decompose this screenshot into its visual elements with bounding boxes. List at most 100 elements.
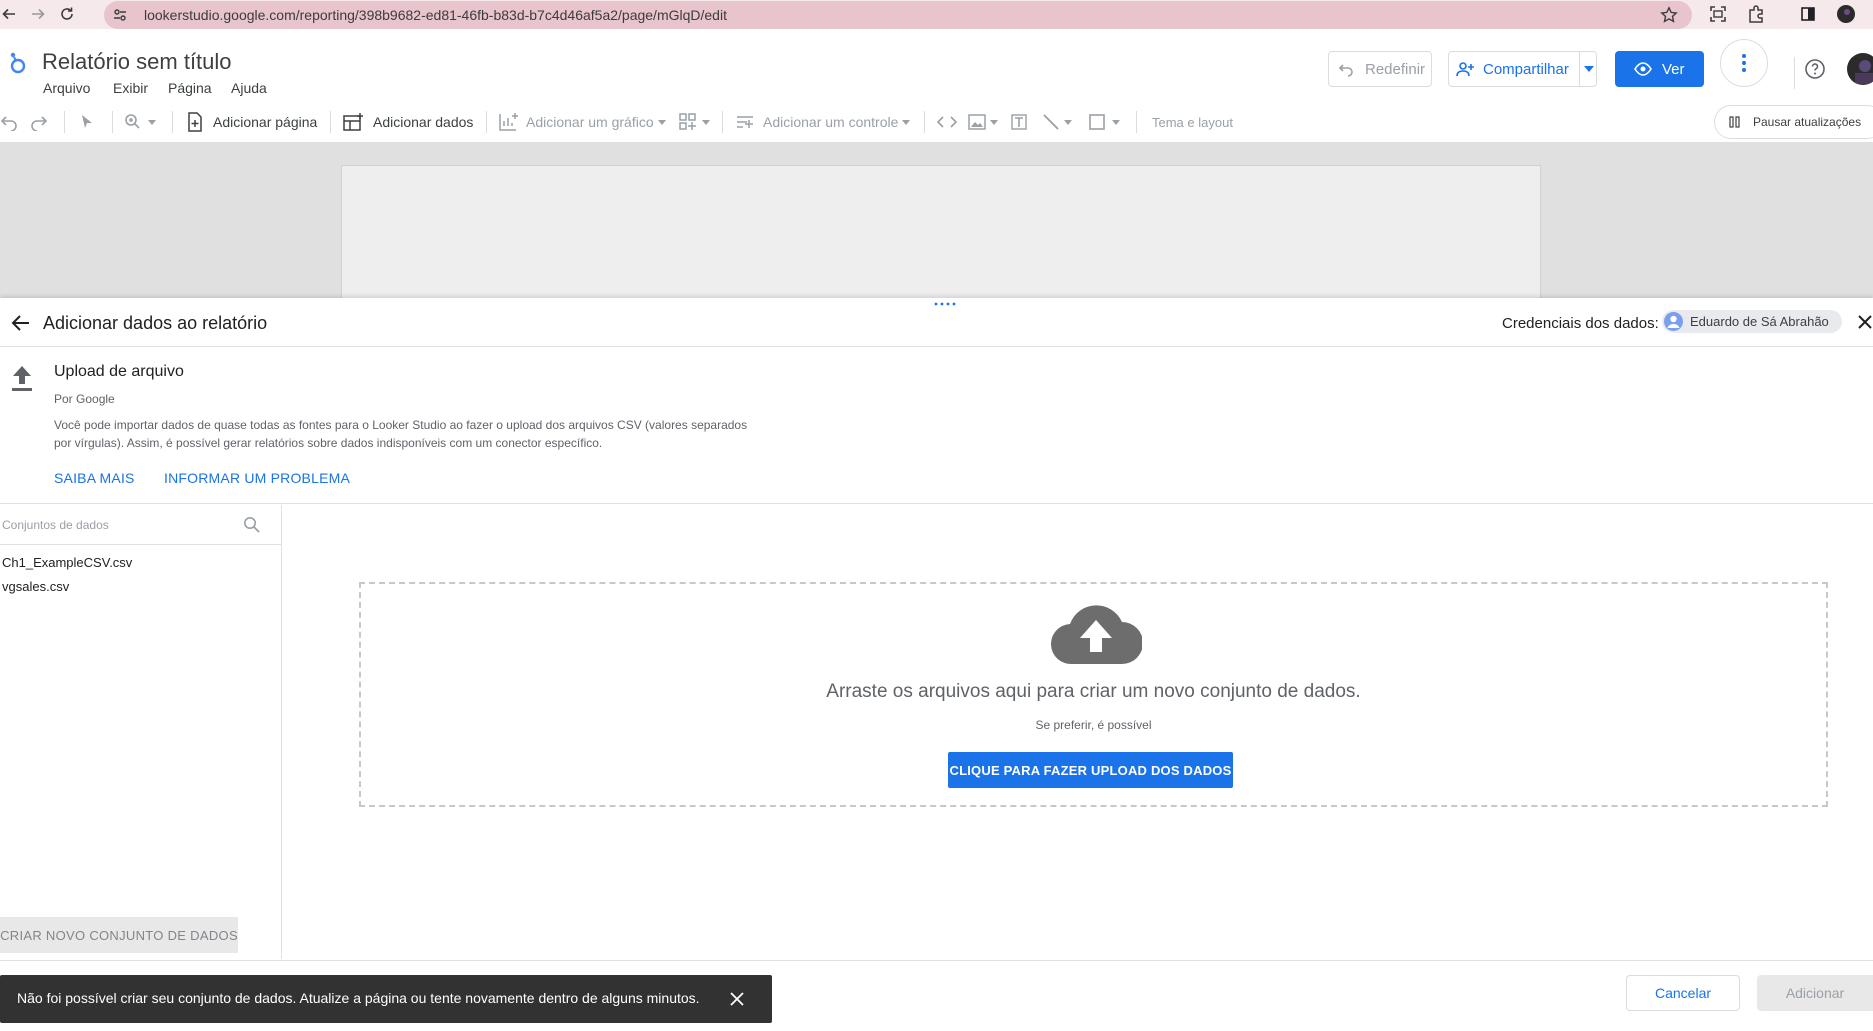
report-title[interactable]: Relatório sem título: [42, 49, 232, 75]
panel-title: Adicionar dados ao relatório: [43, 313, 268, 333]
panel-header: Adicionar dados ao relatório Credenciais…: [0, 298, 1873, 347]
url-text[interactable]: lookerstudio.google.com/reporting/398b96…: [144, 7, 727, 23]
share-label: Compartilhar: [1483, 60, 1569, 78]
close-icon[interactable]: [1858, 315, 1872, 329]
code-icon[interactable]: [936, 101, 958, 143]
dataset-item[interactable]: vgsales.csv: [2, 579, 69, 594]
add-data-button[interactable]: Adicionar dados: [343, 101, 473, 143]
component-icon: [679, 113, 696, 130]
more-vert-icon: [1742, 54, 1746, 72]
credentials-user: Eduardo de Sá Abrahão: [1690, 314, 1829, 329]
connector-description-line: Você pode importar dados de quase todas …: [54, 418, 748, 432]
share-button[interactable]: Compartilhar: [1448, 51, 1597, 87]
datasets-search-placeholder: Conjuntos de dados: [2, 518, 109, 532]
connector-description-line: por vírgulas). Assim, é possível gerar r…: [54, 436, 603, 450]
add-page-label: Adicionar página: [213, 114, 318, 130]
create-dataset-button[interactable]: CRIAR NOVO CONJUNTO DE DADOS: [0, 917, 238, 953]
close-icon[interactable]: [730, 992, 744, 1006]
back-icon[interactable]: [0, 3, 20, 25]
connector-author: Por Google: [54, 392, 115, 406]
pause-updates-label: Pausar atualizações: [1753, 115, 1862, 129]
app-header: Relatório sem título Arquivo Exibir Pági…: [0, 29, 1873, 101]
share-divider: [1579, 52, 1580, 86]
add-component-button[interactable]: [678, 101, 710, 143]
credentials-label: Credenciais dos dados:: [1502, 315, 1659, 332]
line-icon[interactable]: [1042, 101, 1072, 143]
profile-icon[interactable]: [1835, 3, 1857, 25]
more-options-button[interactable]: [1720, 39, 1768, 87]
report-canvas-area: [0, 143, 1873, 298]
menu-ajuda[interactable]: Ajuda: [231, 80, 267, 96]
help-icon[interactable]: [1804, 58, 1826, 80]
view-button[interactable]: Ver: [1615, 51, 1704, 87]
reset-button[interactable]: Redefinir: [1328, 51, 1432, 87]
add-data-icon: [343, 113, 363, 131]
toolbar-divider: [1136, 111, 1137, 133]
add-button[interactable]: Adicionar: [1757, 975, 1873, 1011]
toolbar: Adicionar página Adicionar dados Adicion…: [0, 101, 1873, 143]
share-person-icon: [1456, 62, 1474, 77]
avatar-image: [1855, 60, 1873, 85]
arrow-back-icon[interactable]: [11, 314, 31, 332]
file-dropzone[interactable]: Arraste os arquivos aqui para criar um n…: [359, 582, 1828, 807]
reload-icon[interactable]: [56, 3, 78, 25]
site-settings-icon[interactable]: [109, 4, 131, 26]
report-page[interactable]: [341, 165, 1541, 298]
avatar-icon: [1664, 312, 1683, 331]
menu-pagina[interactable]: Página: [168, 80, 212, 96]
add-page-button[interactable]: Adicionar página: [186, 101, 317, 143]
text-icon[interactable]: [1010, 101, 1028, 143]
sidebar-icon[interactable]: [1797, 3, 1819, 25]
datasets-search[interactable]: Conjuntos de dados: [0, 505, 281, 545]
credentials-chip[interactable]: Eduardo de Sá Abrahão: [1662, 310, 1842, 333]
chevron-down-icon[interactable]: [1584, 66, 1594, 72]
shape-icon[interactable]: [1088, 101, 1120, 143]
toolbar-divider: [64, 111, 65, 133]
pause-updates-button[interactable]: Pausar atualizações: [1714, 105, 1873, 139]
theme-layout-button[interactable]: Tema e layout: [1152, 101, 1233, 143]
screenshot-icon[interactable]: [1707, 3, 1729, 25]
toolbar-divider: [924, 111, 925, 133]
zoom-icon[interactable]: [124, 101, 156, 143]
eye-icon: [1634, 62, 1652, 76]
upload-icon: [10, 364, 34, 392]
snackbar-message: Não foi possível criar seu conjunto de d…: [17, 990, 700, 1006]
redo-icon[interactable]: [30, 101, 48, 143]
connector-description: Você pode importar dados de quase todas …: [54, 416, 794, 452]
connector-name: Upload de arquivo: [54, 363, 184, 380]
star-icon[interactable]: [1658, 4, 1680, 26]
dataset-item[interactable]: Ch1_ExampleCSV.csv: [2, 555, 132, 570]
undo-reset-icon: [1338, 64, 1353, 77]
report-problem-link[interactable]: INFORMAR UM PROBLEMA: [164, 470, 350, 486]
select-icon[interactable]: [80, 101, 94, 143]
menu-arquivo[interactable]: Arquivo: [43, 80, 90, 96]
toolbar-divider: [722, 111, 723, 133]
looker-logo-icon[interactable]: [6, 49, 28, 75]
toolbar-divider: [330, 111, 331, 133]
menu-exibir[interactable]: Exibir: [113, 80, 148, 96]
add-page-icon: [188, 112, 202, 132]
pause-icon: [1729, 116, 1740, 128]
search-icon[interactable]: [243, 516, 261, 534]
add-control-label: Adicionar um controle: [763, 114, 899, 130]
add-chart-button[interactable]: Adicionar um gráfico: [498, 101, 666, 143]
toolbar-divider: [112, 111, 113, 133]
add-chart-label: Adicionar um gráfico: [526, 114, 654, 130]
address-bar[interactable]: lookerstudio.google.com/reporting/398b96…: [104, 1, 1692, 29]
error-snackbar: Não foi possível criar seu conjunto de d…: [0, 975, 772, 1023]
forward-icon[interactable]: [27, 3, 49, 25]
add-control-button[interactable]: Adicionar um controle: [735, 101, 911, 143]
learn-more-link[interactable]: SAIBA MAIS: [54, 470, 135, 486]
toolbar-divider: [486, 111, 487, 133]
extensions-icon[interactable]: [1745, 3, 1767, 25]
control-icon: [737, 116, 753, 128]
undo-icon[interactable]: [0, 101, 18, 143]
reset-label: Redefinir: [1365, 60, 1426, 78]
cancel-button[interactable]: Cancelar: [1626, 975, 1740, 1011]
image-icon[interactable]: [968, 101, 998, 143]
avatar[interactable]: [1847, 53, 1873, 85]
add-data-panel: Adicionar dados ao relatório Credenciais…: [0, 298, 1873, 1031]
toolbar-divider: [172, 111, 173, 133]
chart-icon: [499, 113, 518, 131]
upload-data-button[interactable]: CLIQUE PARA FAZER UPLOAD DOS DADOS: [948, 752, 1233, 788]
